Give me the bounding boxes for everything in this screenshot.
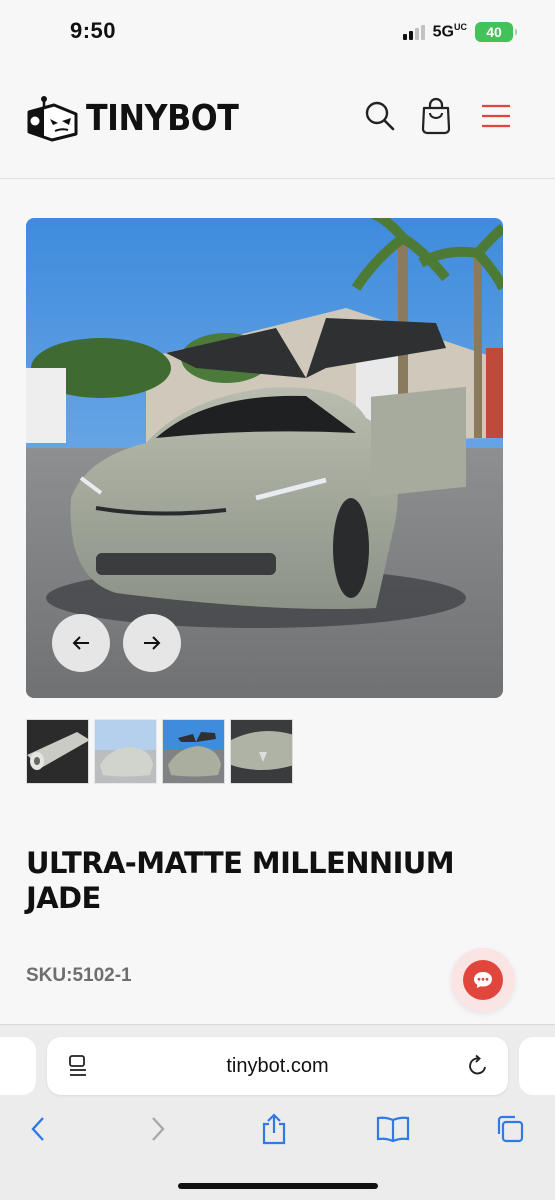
hamburger-menu-icon	[482, 104, 510, 128]
product-sku: SKU:5102-1	[26, 965, 132, 987]
sku-label: SKU:	[26, 965, 73, 986]
thumbnail-image	[163, 720, 224, 783]
browser-toolbar: tinybot.com	[0, 1024, 555, 1200]
tabs-button[interactable]	[490, 1111, 530, 1147]
shopping-bag-icon	[421, 97, 451, 135]
chat-bubble-icon	[463, 960, 503, 1000]
address-bar[interactable]: tinybot.com	[47, 1037, 508, 1095]
product-title: ULTRA-MATTE MILLENNIUM JADE	[26, 846, 455, 915]
back-button[interactable]	[18, 1111, 58, 1147]
status-indicators: 5GUC 40	[402, 22, 517, 42]
share-icon	[262, 1113, 286, 1145]
product-image-gallery[interactable]	[26, 218, 503, 698]
bookmarks-button[interactable]	[373, 1111, 413, 1147]
thumbnail-car-front[interactable]	[94, 719, 157, 784]
battery-icon: 40	[475, 22, 517, 42]
previous-tab-preview[interactable]	[0, 1037, 36, 1095]
search-icon	[365, 101, 395, 131]
forward-button[interactable]	[138, 1111, 178, 1147]
gallery-prev-button[interactable]	[52, 614, 110, 672]
home-indicator	[178, 1183, 378, 1189]
thumbnail-image	[27, 720, 88, 783]
tabs-icon	[497, 1115, 524, 1143]
bookmarks-icon	[376, 1116, 410, 1143]
arrow-left-icon	[72, 636, 89, 650]
thumbnail-car-doors[interactable]	[162, 719, 225, 784]
brand-logo[interactable]: TINYBOT	[26, 94, 259, 142]
status-time: 9:50	[70, 18, 117, 43]
browser-nav-toolbar	[0, 1111, 555, 1151]
reload-icon[interactable]	[466, 1054, 490, 1078]
arrow-right-icon	[144, 636, 161, 650]
thumbnail-image	[95, 720, 156, 783]
url-text[interactable]: tinybot.com	[47, 1055, 508, 1078]
battery-level: 40	[486, 24, 502, 40]
share-button[interactable]	[254, 1111, 294, 1147]
forward-icon	[152, 1117, 165, 1141]
gallery-next-button[interactable]	[123, 614, 181, 672]
chat-button[interactable]	[451, 948, 515, 1012]
site-header: TINYBOT	[0, 66, 555, 179]
back-icon	[31, 1117, 44, 1141]
network-type: 5GUC	[432, 22, 467, 41]
thumbnail-strip	[26, 719, 293, 784]
brand-name: TINYBOT	[86, 97, 239, 139]
next-tab-preview[interactable]	[519, 1037, 555, 1095]
status-bar: 9:50 5GUC 40	[0, 0, 555, 66]
thumbnail-car-detail[interactable]	[230, 719, 293, 784]
sku-value: 5102-1	[72, 965, 132, 986]
menu-button[interactable]	[476, 96, 516, 136]
cart-button[interactable]	[416, 96, 456, 136]
cellular-signal-icon	[402, 24, 425, 40]
search-button[interactable]	[360, 96, 400, 136]
thumbnail-vinyl-roll[interactable]	[26, 719, 89, 784]
logo-robot-icon	[27, 96, 78, 142]
thumbnail-image	[231, 720, 292, 783]
